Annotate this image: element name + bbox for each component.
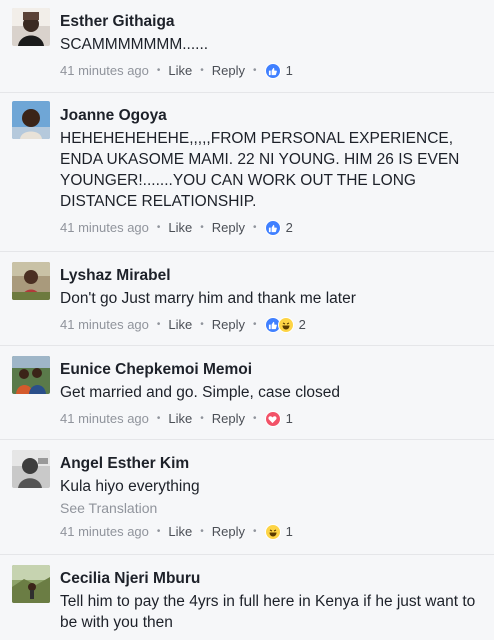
- separator-dot: •: [200, 413, 204, 424]
- separator-dot: •: [156, 65, 161, 76]
- separator-dot: •: [200, 222, 204, 233]
- timestamp[interactable]: 41 minutes ago: [60, 411, 149, 427]
- like-button[interactable]: Like: [168, 411, 192, 427]
- comment-text: Kula hiyo everything: [60, 478, 200, 495]
- separator-dot: •: [156, 526, 161, 537]
- separator-dot: •: [253, 65, 257, 76]
- reply-button[interactable]: Reply: [212, 63, 245, 79]
- reactions-summary[interactable]: 1: [264, 524, 293, 540]
- like-button[interactable]: Like: [168, 63, 192, 79]
- laughing-face-icon: [277, 317, 294, 333]
- laughing-face-icon: [264, 524, 281, 540]
- reaction-count: 1: [285, 524, 293, 539]
- avatar[interactable]: [12, 8, 50, 46]
- commenter-name[interactable]: Esther Githaiga: [60, 12, 486, 32]
- reaction-count: 1: [285, 63, 293, 78]
- separator-dot: •: [200, 319, 204, 330]
- separator-dot: •: [200, 65, 204, 76]
- see-translation-link[interactable]: See Translation: [60, 498, 486, 518]
- separator-dot: •: [253, 319, 257, 330]
- separator-dot: •: [200, 526, 204, 537]
- avatar[interactable]: [12, 356, 50, 394]
- thumbs-up-icon: [264, 220, 281, 236]
- comment-meta: 41 minutes ago • Like • Reply • 1: [60, 524, 486, 540]
- reactions-summary[interactable]: 2: [264, 317, 306, 333]
- like-button[interactable]: Like: [168, 220, 192, 236]
- thumbs-up-icon: [264, 63, 281, 79]
- separator-dot: •: [156, 222, 161, 233]
- reply-button[interactable]: Reply: [212, 524, 245, 540]
- avatar[interactable]: [12, 450, 50, 488]
- comment: Angel Esther Kim Kula hiyo everything Se…: [0, 440, 494, 554]
- timestamp[interactable]: 41 minutes ago: [60, 220, 149, 236]
- commenter-name[interactable]: Angel Esther Kim: [60, 454, 486, 474]
- comment-meta: 41 minutes ago • Like • Reply • 2: [60, 220, 486, 236]
- commenter-name[interactable]: Lyshaz Mirabel: [60, 266, 486, 286]
- reactions-summary[interactable]: 2: [264, 220, 293, 236]
- timestamp[interactable]: 41 minutes ago: [60, 63, 149, 79]
- comment: Cecilia Njeri Mburu Tell him to pay the …: [0, 555, 494, 640]
- timestamp[interactable]: 41 minutes ago: [60, 317, 149, 333]
- comment-meta: 41 minutes ago • Like • Reply • 1: [60, 63, 486, 79]
- comment-meta: 41 minutes ago • Like • Reply • 1: [60, 411, 486, 427]
- reply-button[interactable]: Reply: [212, 220, 245, 236]
- separator-dot: •: [253, 413, 257, 424]
- comment: Lyshaz Mirabel Don't go Just marry him a…: [0, 252, 494, 345]
- avatar[interactable]: [12, 262, 50, 300]
- separator-dot: •: [156, 413, 161, 424]
- reaction-count: 1: [285, 411, 293, 426]
- reaction-count: 2: [298, 317, 306, 332]
- reactions-summary[interactable]: 1: [264, 63, 293, 79]
- comment-text: HEHEHEHEHEHE,,,,,FROM PERSONAL EXPERIENC…: [60, 130, 460, 210]
- comment: Esther Githaiga SCAMMMMMMM...... 41 minu…: [0, 0, 494, 92]
- like-button[interactable]: Like: [168, 524, 192, 540]
- comment-text: Get married and go. Simple, case closed: [60, 384, 340, 401]
- reaction-count: 2: [285, 220, 293, 235]
- commenter-name[interactable]: Eunice Chepkemoi Memoi: [60, 360, 486, 380]
- commenter-name[interactable]: Joanne Ogoya: [60, 106, 486, 126]
- reactions-summary[interactable]: 1: [264, 411, 293, 427]
- comment-text: Don't go Just marry him and thank me lat…: [60, 290, 356, 307]
- commenter-name[interactable]: Cecilia Njeri Mburu: [60, 569, 486, 589]
- avatar[interactable]: [12, 565, 50, 603]
- comment-meta: 41 minutes ago • Like • Reply • 2: [60, 317, 486, 333]
- separator-dot: •: [253, 526, 257, 537]
- comment-text: Tell him to pay the 4yrs in full here in…: [60, 593, 476, 631]
- like-button[interactable]: Like: [168, 317, 192, 333]
- heart-icon: [264, 411, 281, 427]
- reply-button[interactable]: Reply: [212, 411, 245, 427]
- comment-text: SCAMMMMMMM......: [60, 36, 209, 53]
- comment: Eunice Chepkemoi Memoi Get married and g…: [0, 346, 494, 439]
- reply-button[interactable]: Reply: [212, 317, 245, 333]
- timestamp[interactable]: 41 minutes ago: [60, 524, 149, 540]
- avatar[interactable]: [12, 101, 50, 139]
- comment: Joanne Ogoya HEHEHEHEHEHE,,,,,FROM PERSO…: [0, 93, 494, 251]
- separator-dot: •: [156, 319, 161, 330]
- separator-dot: •: [253, 222, 257, 233]
